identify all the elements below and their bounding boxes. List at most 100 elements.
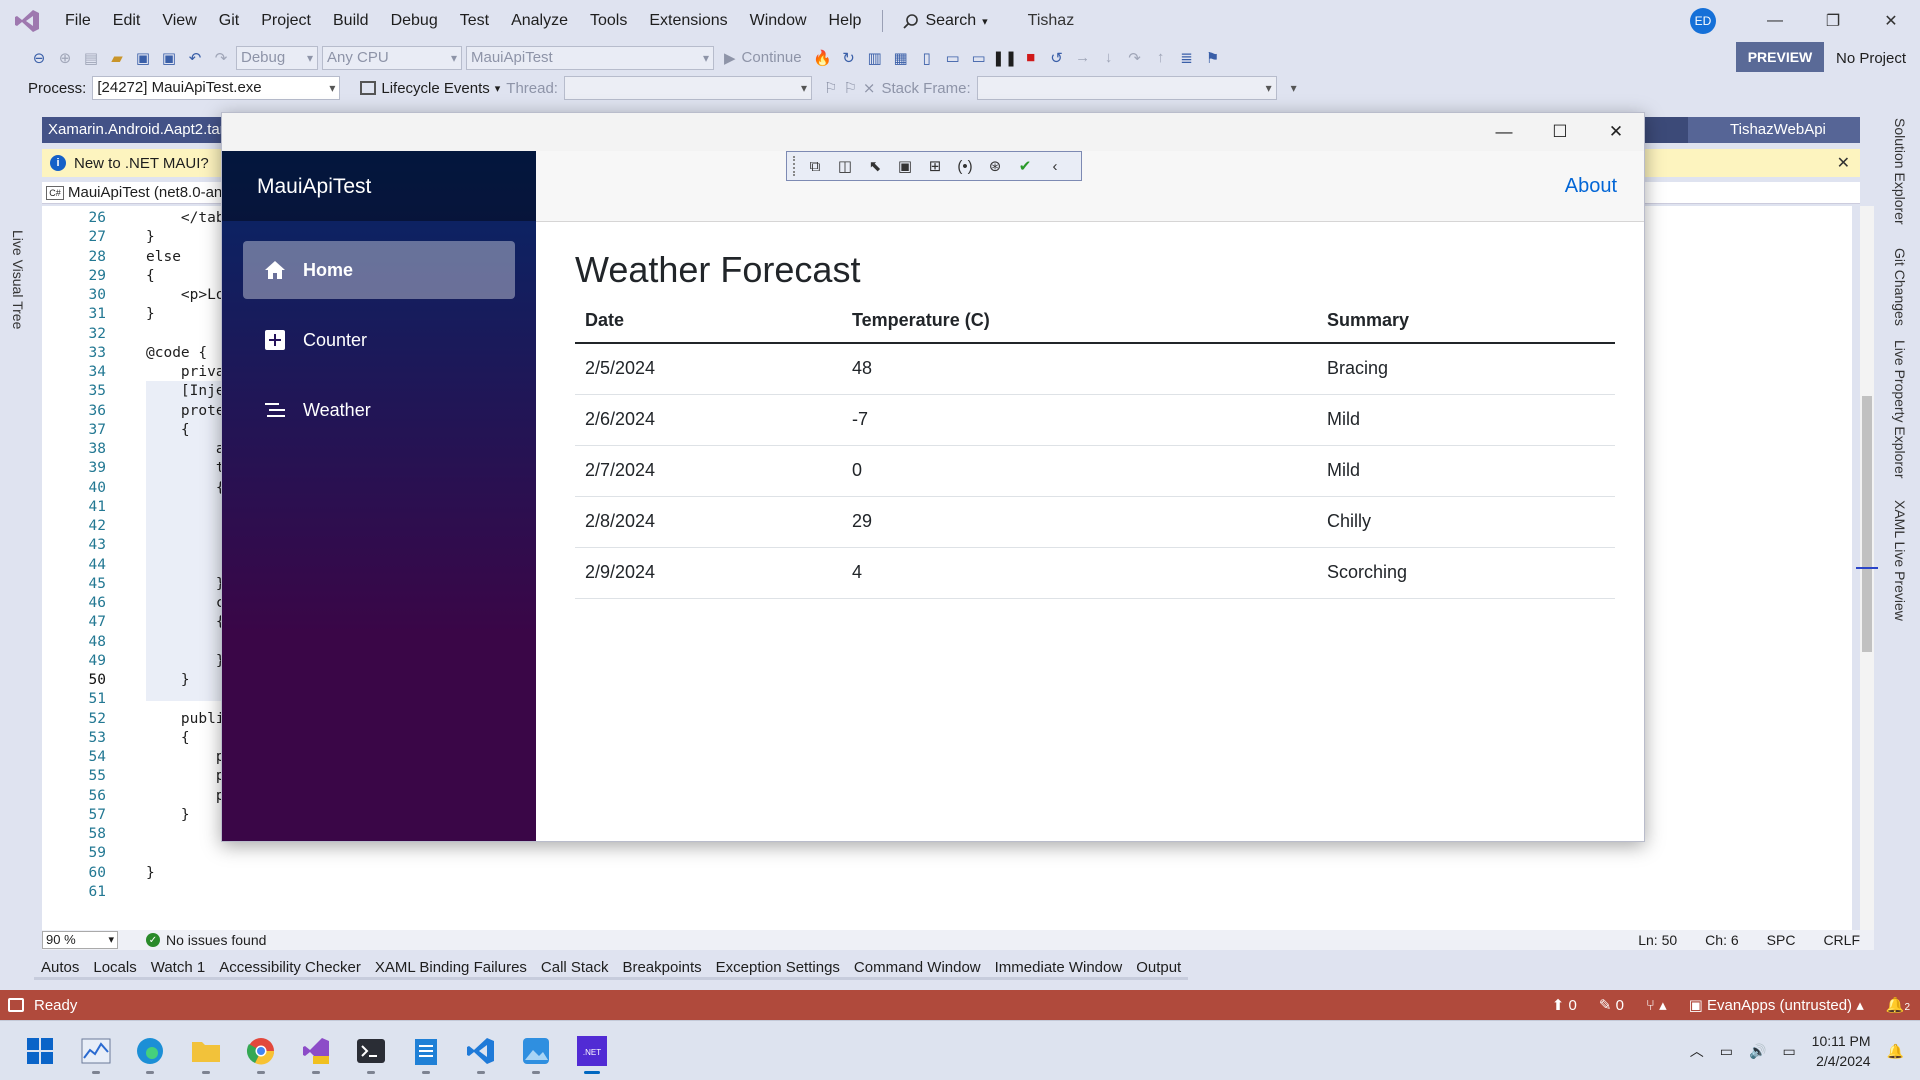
refresh-icon[interactable]: ↻: [838, 47, 860, 69]
menu-analyze[interactable]: Analyze: [500, 6, 579, 36]
tool-tab-breakpoints[interactable]: Breakpoints: [615, 956, 709, 980]
nav-item-home[interactable]: Home: [243, 241, 515, 299]
tool-tab-xaml-binding-failures[interactable]: XAML Binding Failures: [367, 956, 534, 980]
align-icon[interactable]: ≣: [1176, 47, 1198, 69]
line-number[interactable]: Ln: 50: [1624, 932, 1691, 948]
restore-icon[interactable]: ❐: [1804, 0, 1862, 42]
commits-status[interactable]: ⬆ 0: [1552, 996, 1577, 1014]
save-icon[interactable]: ▣: [132, 47, 154, 69]
tool-tab-output[interactable]: Output: [1129, 956, 1189, 980]
git-changes-tab[interactable]: Git Changes: [1892, 248, 1908, 326]
menu-view[interactable]: View: [151, 6, 207, 36]
device-icon[interactable]: ▯: [916, 47, 938, 69]
file-explorer-icon[interactable]: [186, 1031, 226, 1074]
thread-dropdown[interactable]: [563, 76, 812, 100]
navigate-back-icon[interactable]: ⊖: [28, 47, 50, 69]
display-layout-adorners-icon[interactable]: ▣: [893, 155, 917, 177]
windows-start-icon[interactable]: [20, 1031, 60, 1071]
maximize-icon[interactable]: ☐: [1532, 113, 1588, 151]
visual-studio-logo-icon[interactable]: [14, 9, 40, 33]
flag-all-icon[interactable]: ⚐: [843, 79, 856, 97]
save-all-icon[interactable]: ▣: [158, 47, 180, 69]
camera-icon[interactable]: ◫: [833, 155, 857, 177]
char-number[interactable]: Ch: 6: [1691, 932, 1752, 948]
hot-reload-icon[interactable]: 🔥: [812, 47, 834, 69]
monitor-icon[interactable]: ▭: [968, 47, 990, 69]
tool-tab-command-window[interactable]: Command Window: [846, 956, 988, 980]
tool-tab-autos[interactable]: Autos: [34, 956, 87, 980]
process-dropdown[interactable]: [24272] MauiApiTest.exe: [92, 76, 341, 100]
zoom-dropdown[interactable]: 90 %: [42, 931, 118, 949]
account-avatar[interactable]: ED: [1690, 8, 1716, 34]
continue-button[interactable]: ▶ Continue: [718, 49, 808, 67]
tool-tab-watch-1[interactable]: Watch 1: [143, 956, 213, 980]
collapse-icon[interactable]: ‹: [1043, 155, 1067, 177]
menu-build[interactable]: Build: [322, 6, 380, 36]
terminal-icon[interactable]: [351, 1031, 391, 1074]
edge-icon[interactable]: [130, 1031, 170, 1074]
new-project-icon[interactable]: ▤: [80, 47, 102, 69]
minimize-icon[interactable]: —: [1476, 113, 1532, 151]
overflow-icon[interactable]: ▾: [1291, 81, 1297, 95]
pause-icon[interactable]: ❚❚: [992, 47, 1017, 69]
live-visual-tree-tab[interactable]: Live Visual Tree: [10, 230, 26, 329]
vscode-icon[interactable]: [461, 1031, 501, 1074]
branch-icon[interactable]: ⑂ ▴: [1646, 996, 1667, 1014]
lifecycle-events-button[interactable]: Lifecycle Events ▾: [360, 80, 500, 97]
notifications-icon[interactable]: 🔔2: [1886, 996, 1910, 1014]
solution-explorer-icon[interactable]: ▥: [864, 47, 886, 69]
flag-icon[interactable]: ⚐: [824, 79, 837, 97]
preview-button[interactable]: PREVIEW: [1736, 42, 1824, 72]
check-circle-icon[interactable]: ✔: [1013, 155, 1037, 177]
volume-icon[interactable]: 🔊: [1749, 1043, 1766, 1060]
accessibility-icon[interactable]: ⊛: [983, 155, 1007, 177]
nav-item-weather[interactable]: Weather: [243, 381, 515, 439]
indent-mode[interactable]: SPC: [1753, 932, 1810, 948]
pencil-status[interactable]: ✎ 0: [1599, 996, 1624, 1014]
stack-frame-dropdown[interactable]: [976, 76, 1277, 100]
project-dropdown[interactable]: MauiApiTest (net8.0-an: [68, 184, 222, 201]
network-icon[interactable]: ▭: [1720, 1043, 1733, 1060]
stop-icon[interactable]: ■: [1020, 47, 1042, 69]
menu-test[interactable]: Test: [449, 6, 500, 36]
undo-icon[interactable]: ↶: [184, 47, 206, 69]
chrome-icon[interactable]: [241, 1031, 281, 1074]
track-focused-element-icon[interactable]: ⊞: [923, 155, 947, 177]
redo-icon[interactable]: ↷: [210, 47, 232, 69]
menu-git[interactable]: Git: [208, 6, 250, 36]
go-to-live-visual-tree-icon[interactable]: ⧉: [803, 155, 827, 177]
feedback-icon[interactable]: ⚑: [1202, 47, 1224, 69]
solution-explorer-tab[interactable]: Solution Explorer: [1892, 118, 1908, 225]
menu-tools[interactable]: Tools: [579, 6, 638, 36]
layout-icon[interactable]: ▦: [890, 47, 912, 69]
minimize-icon[interactable]: —: [1746, 0, 1804, 42]
app-titlebar[interactable]: — ☐ ✕: [222, 113, 1644, 151]
live-property-explorer-tab[interactable]: Live Property Explorer: [1892, 340, 1908, 479]
drag-handle[interactable]: [793, 156, 797, 176]
select-element-icon[interactable]: ⬉: [863, 155, 887, 177]
issues-status[interactable]: No issues found: [166, 932, 266, 948]
menu-window[interactable]: Window: [739, 6, 818, 36]
restart-icon[interactable]: ↺: [1046, 47, 1068, 69]
show-next-statement-icon[interactable]: →: [1072, 47, 1094, 69]
document-tab[interactable]: Xamarin.Android.Aapt2.tar: [42, 117, 231, 143]
close-icon[interactable]: ✕: [1837, 153, 1850, 173]
menu-debug[interactable]: Debug: [380, 6, 449, 36]
close-icon[interactable]: ✕: [1588, 113, 1644, 151]
menu-edit[interactable]: Edit: [102, 6, 152, 36]
open-folder-icon[interactable]: ▰: [106, 47, 128, 69]
configuration-dropdown[interactable]: Debug: [236, 45, 318, 70]
menu-file[interactable]: File: [54, 6, 102, 36]
notepad-icon[interactable]: [406, 1031, 446, 1074]
nav-item-counter[interactable]: Counter: [243, 311, 515, 369]
document-tab-right[interactable]: TishazWebApi: [1688, 117, 1860, 143]
tool-tab-exception-settings[interactable]: Exception Settings: [708, 956, 847, 980]
binding-failures-icon[interactable]: (•): [953, 155, 977, 177]
platform-dropdown[interactable]: Any CPU: [322, 45, 462, 70]
dotnet-app-icon[interactable]: .NET: [572, 1031, 612, 1074]
output-icon[interactable]: [8, 998, 24, 1012]
chevron-up-icon[interactable]: ︿: [1690, 1041, 1704, 1061]
terminal-icon[interactable]: ▭: [942, 47, 964, 69]
filter-icon[interactable]: ⨯: [863, 79, 876, 97]
tool-tab-accessibility-checker[interactable]: Accessibility Checker: [212, 956, 368, 980]
